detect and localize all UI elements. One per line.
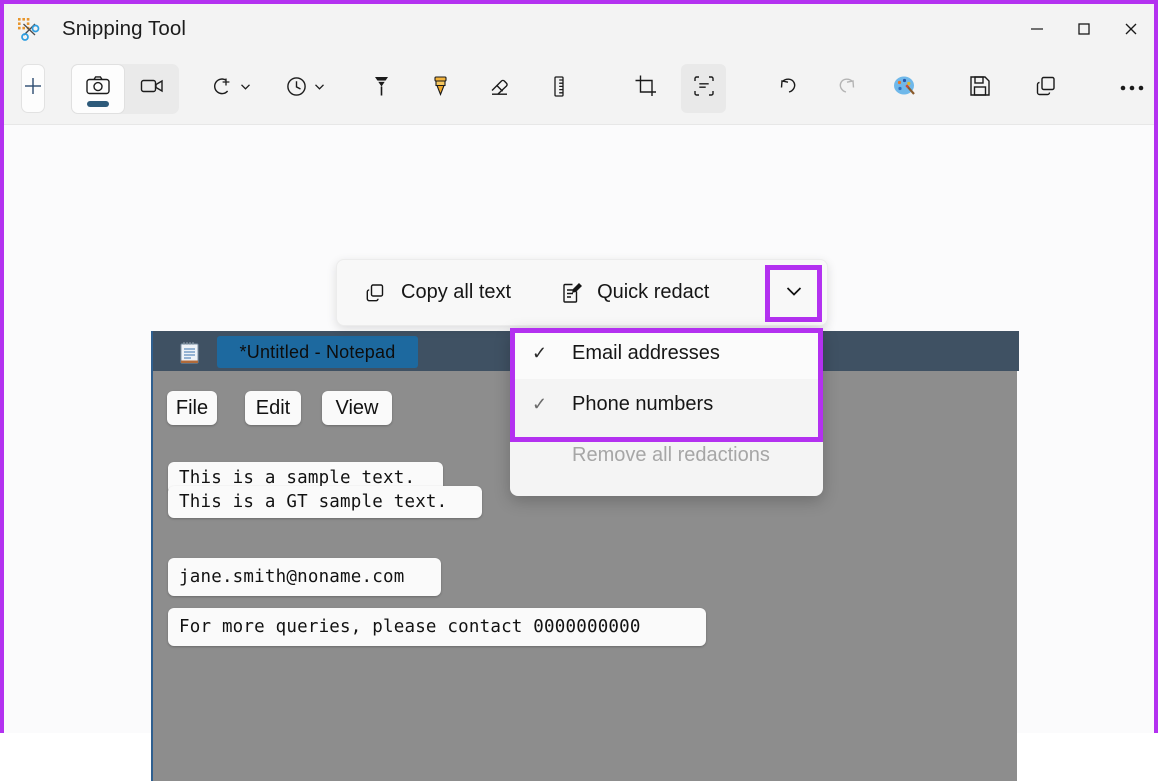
notepad-icon — [179, 341, 199, 364]
ocr-highlight-menu-view[interactable]: View — [322, 391, 392, 425]
text-actions-icon — [691, 73, 717, 104]
menu-item-label: Phone numbers — [572, 393, 714, 415]
redo-icon — [833, 73, 860, 105]
ruler-icon — [545, 73, 572, 105]
chevron-down-icon — [783, 280, 805, 307]
menu-item-label: Email addresses — [572, 342, 720, 364]
redo-button[interactable] — [824, 64, 869, 113]
quick-redact-menu: ✓ Email addresses ✓ Phone numbers Remove… — [510, 328, 823, 496]
plus-icon — [22, 75, 44, 102]
quick-redact-label: Quick redact — [597, 281, 710, 303]
canvas-area: *Untitled - Notepad File Edit View This … — [4, 125, 1154, 781]
minimize-button[interactable] — [1013, 4, 1060, 53]
chevron-down-icon — [313, 80, 326, 98]
clock-icon — [284, 74, 309, 104]
save-button[interactable] — [957, 64, 1002, 113]
ocr-highlight-menu-edit[interactable]: Edit — [245, 391, 301, 425]
copy-all-text-button[interactable]: Copy all text — [337, 259, 527, 326]
shapes-button[interactable] — [203, 64, 259, 113]
copy-icon — [1033, 73, 1059, 104]
copy-all-text-label: Copy all text — [401, 281, 512, 303]
maximize-button[interactable] — [1060, 4, 1107, 53]
menu-item-phone-numbers[interactable]: ✓ Phone numbers — [510, 379, 823, 430]
snipping-tool-window: Snipping Tool *Untitled - Notepad File E… — [0, 0, 1158, 781]
more-options-icon — [1118, 80, 1146, 98]
paint-palette-icon — [892, 73, 918, 104]
more-options-button[interactable] — [1109, 64, 1154, 113]
menu-item-remove-all-redactions: Remove all redactions — [510, 430, 823, 481]
snipping-tool-icon — [15, 16, 41, 42]
ocr-highlight-text-line-2[interactable]: This is a GT sample text. — [168, 486, 482, 518]
capture-mode-switch — [71, 63, 179, 114]
text-actions-flyout: Copy all text Quick redact — [336, 259, 828, 326]
window-controls — [1013, 4, 1154, 53]
main-toolbar — [4, 53, 1154, 125]
shapes-icon — [210, 74, 235, 104]
camera-icon — [85, 73, 111, 104]
eraser-icon — [486, 73, 513, 105]
save-icon — [967, 73, 993, 104]
quick-redact-dropdown-toggle[interactable] — [765, 265, 822, 322]
close-button[interactable] — [1107, 4, 1154, 53]
app-title: Snipping Tool — [62, 16, 187, 40]
highlighter-button[interactable] — [418, 64, 463, 113]
highlighter-icon — [427, 73, 454, 105]
quick-redact-button[interactable]: Quick redact — [527, 259, 725, 326]
undo-button[interactable] — [766, 64, 811, 113]
text-actions-button[interactable] — [681, 64, 726, 113]
copy-icon — [363, 281, 387, 305]
mode-screenshot-button[interactable] — [71, 63, 125, 114]
eraser-button[interactable] — [477, 64, 522, 113]
crop-icon — [633, 73, 659, 104]
copy-button[interactable] — [1023, 64, 1068, 113]
check-icon: ✓ — [532, 343, 548, 363]
ocr-highlight-phone-line[interactable]: For more queries, please contact 0000000… — [168, 608, 706, 646]
ocr-highlight-email[interactable]: jane.smith@noname.com — [168, 558, 441, 596]
ruler-button[interactable] — [536, 64, 581, 113]
video-camera-icon — [139, 73, 165, 104]
delay-button[interactable] — [277, 64, 333, 113]
ocr-highlight-notepad-title[interactable]: *Untitled - Notepad — [217, 336, 418, 368]
crop-button[interactable] — [623, 64, 668, 113]
menu-item-email-addresses[interactable]: ✓ Email addresses — [510, 328, 823, 379]
ballpoint-pen-icon — [368, 73, 395, 105]
title-bar: Snipping Tool — [4, 4, 1154, 53]
mode-video-button[interactable] — [125, 64, 179, 114]
paint-button[interactable] — [882, 64, 927, 113]
pen-button[interactable] — [359, 64, 404, 113]
menu-item-label: Remove all redactions — [572, 444, 770, 466]
undo-icon — [775, 73, 802, 105]
check-icon: ✓ — [532, 394, 548, 414]
new-snip-button[interactable] — [21, 64, 45, 113]
ocr-highlight-menu-file[interactable]: File — [167, 391, 217, 425]
chevron-down-icon — [239, 80, 252, 98]
redact-edit-icon — [559, 281, 583, 305]
